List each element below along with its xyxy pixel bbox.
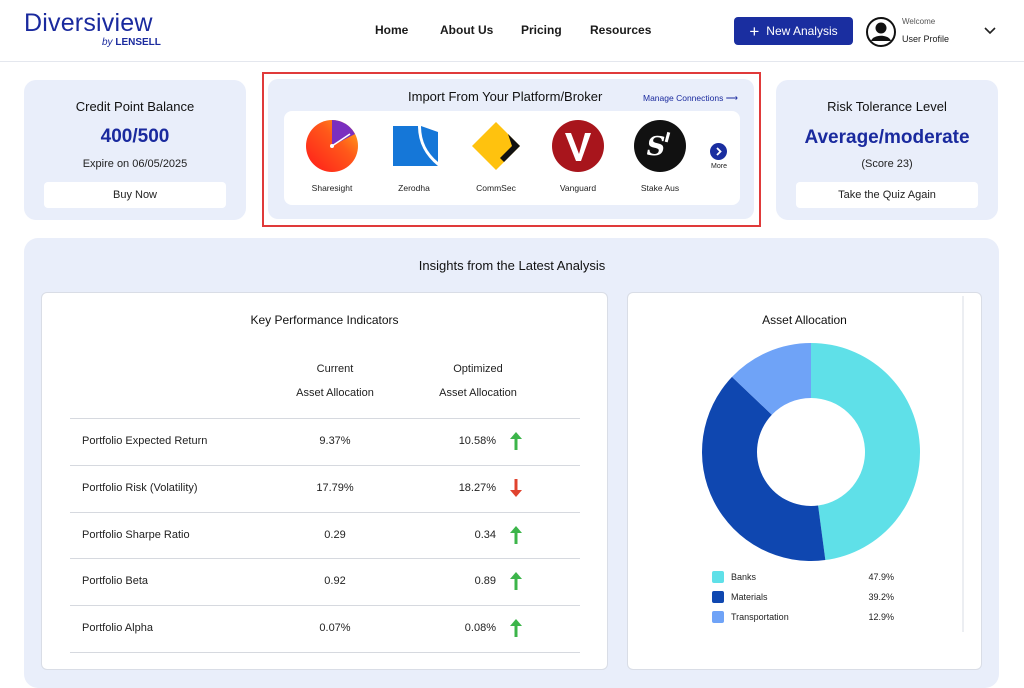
row-divider <box>70 464 580 466</box>
kpi-current-value: 0.29 <box>324 528 346 541</box>
kpi-row-label: Portfolio Beta <box>82 575 149 588</box>
plus-icon: + <box>749 21 760 41</box>
insights-title: Insights from the Latest Analysis <box>418 258 606 273</box>
legend-swatch <box>712 571 724 583</box>
brand-logo[interactable]: Diversiview by LENSELL <box>24 9 161 48</box>
arrow-up-icon <box>510 525 522 544</box>
kpi-optimized-value: 0.89 <box>474 575 496 588</box>
col-optimized-line2: Asset Allocation <box>439 387 517 399</box>
top-header: Diversiview by LENSELL Home About Us Pri… <box>0 0 1024 62</box>
broker-vanguard[interactable]: Vanguard <box>543 120 613 196</box>
broker-commsec[interactable]: CommSec <box>461 120 531 196</box>
broker-label: Sharesight <box>311 183 353 193</box>
credit-title: Credit Point Balance <box>75 99 195 114</box>
new-analysis-button[interactable]: + New Analysis <box>734 17 853 45</box>
broker-label: Stake Aus <box>640 183 680 193</box>
broker-label: CommSec <box>476 183 516 193</box>
more-label: More <box>711 163 727 170</box>
col-current-line1: Current <box>316 363 354 375</box>
kpi-row-label: Portfolio Alpha <box>82 622 153 635</box>
sharesight-logo-icon <box>306 120 358 172</box>
risk-value: Average/moderate <box>804 127 970 148</box>
brand-name: Diversiview <box>24 9 153 37</box>
legend-label: Transportation <box>731 612 789 622</box>
brand-byline: by LENSELL <box>102 37 161 48</box>
row-divider <box>70 418 580 419</box>
kpi-title: Key Performance Indicators <box>250 313 399 327</box>
arrow-up-icon <box>510 432 522 450</box>
legend-value: 47.9% <box>868 572 894 582</box>
stake-logo-icon: S <box>634 120 686 172</box>
col-optimized-line1: Optimized <box>453 363 503 375</box>
broker-label: Vanguard <box>559 183 597 193</box>
new-analysis-label: New Analysis <box>766 24 838 38</box>
credit-balance-card: Credit Point Balance 400/500 Expire on 0… <box>24 80 246 220</box>
credit-expiry: Expire on 06/05/2025 <box>82 158 188 170</box>
risk-tolerance-card: Risk Tolerance Level Average/moderate (S… <box>776 80 998 220</box>
row-divider <box>70 511 580 513</box>
zerodha-logo-icon <box>393 126 438 166</box>
row-divider <box>70 558 580 560</box>
take-quiz-button[interactable]: Take the Quiz Again <box>796 182 978 208</box>
nav-pricing[interactable]: Pricing <box>521 23 562 37</box>
risk-title: Risk Tolerance Level <box>827 99 947 114</box>
arrow-down-icon <box>510 478 522 497</box>
kpi-optimized-value: 0.08% <box>464 622 496 635</box>
more-brokers-button[interactable] <box>710 143 727 160</box>
panel-scrollbar[interactable] <box>962 296 964 632</box>
broker-zerodha[interactable]: Zerodha <box>379 120 449 196</box>
nav-resources[interactable]: Resources <box>590 23 651 37</box>
import-title: Import From Your Platform/Broker <box>408 89 603 104</box>
broker-stake[interactable]: S Stake Aus <box>625 120 695 196</box>
chevron-down-icon[interactable] <box>983 24 997 38</box>
user-avatar-icon[interactable] <box>866 17 896 47</box>
legend-swatch <box>712 611 724 623</box>
manage-connections-link[interactable]: Manage Connections ⟶ <box>643 93 738 104</box>
chart-title: Asset Allocation <box>762 313 847 327</box>
kpi-current-value: 9.37% <box>319 435 351 447</box>
brand-by: by <box>102 37 113 48</box>
legend-label: Materials <box>731 592 768 602</box>
arrow-up-icon <box>510 619 522 638</box>
donut-slice-banks <box>811 343 920 561</box>
legend-swatch <box>712 591 724 603</box>
kpi-current-value: 0.07% <box>319 622 351 635</box>
kpi-optimized-value: 10.58% <box>458 435 496 447</box>
kpi-row-label: Portfolio Expected Return <box>82 435 208 447</box>
row-divider <box>70 652 580 653</box>
chevron-right-icon <box>716 147 722 156</box>
kpi-optimized-value: 18.27% <box>458 481 496 494</box>
kpi-optimized-value: 0.34 <box>474 528 496 541</box>
risk-score: (Score 23) <box>861 158 913 170</box>
credit-value: 400/500 <box>100 126 170 147</box>
broker-label: Zerodha <box>398 183 430 193</box>
asset-allocation-donut-chart <box>702 343 920 561</box>
welcome-text: Welcome <box>902 17 936 26</box>
nav-about-us[interactable]: About Us <box>440 23 493 37</box>
legend-value: 12.9% <box>868 612 894 622</box>
col-header-current: Current Asset Allocation <box>275 357 395 405</box>
col-current-line2: Asset Allocation <box>296 387 374 399</box>
buy-now-button[interactable]: Buy Now <box>44 182 226 208</box>
legend-value: 39.2% <box>868 592 894 602</box>
broker-sharesight[interactable]: Sharesight <box>297 120 367 196</box>
arrow-up-icon <box>510 572 522 591</box>
legend-label: Banks <box>731 572 757 582</box>
svg-text:S: S <box>647 132 666 162</box>
user-profile-link[interactable]: User Profile <box>902 34 949 44</box>
commsec-logo-icon <box>472 122 520 170</box>
vanguard-logo-icon <box>552 120 604 172</box>
kpi-row-label: Portfolio Risk (Volatility) <box>82 481 198 494</box>
kpi-current-value: 0.92 <box>324 575 346 588</box>
brand-company: LENSELL <box>115 37 161 48</box>
kpi-current-value: 17.79% <box>316 481 354 494</box>
row-divider <box>70 605 580 607</box>
nav-home[interactable]: Home <box>375 23 408 37</box>
col-header-optimized: Optimized Asset Allocation <box>418 357 538 405</box>
kpi-row-label: Portfolio Sharpe Ratio <box>82 528 190 541</box>
